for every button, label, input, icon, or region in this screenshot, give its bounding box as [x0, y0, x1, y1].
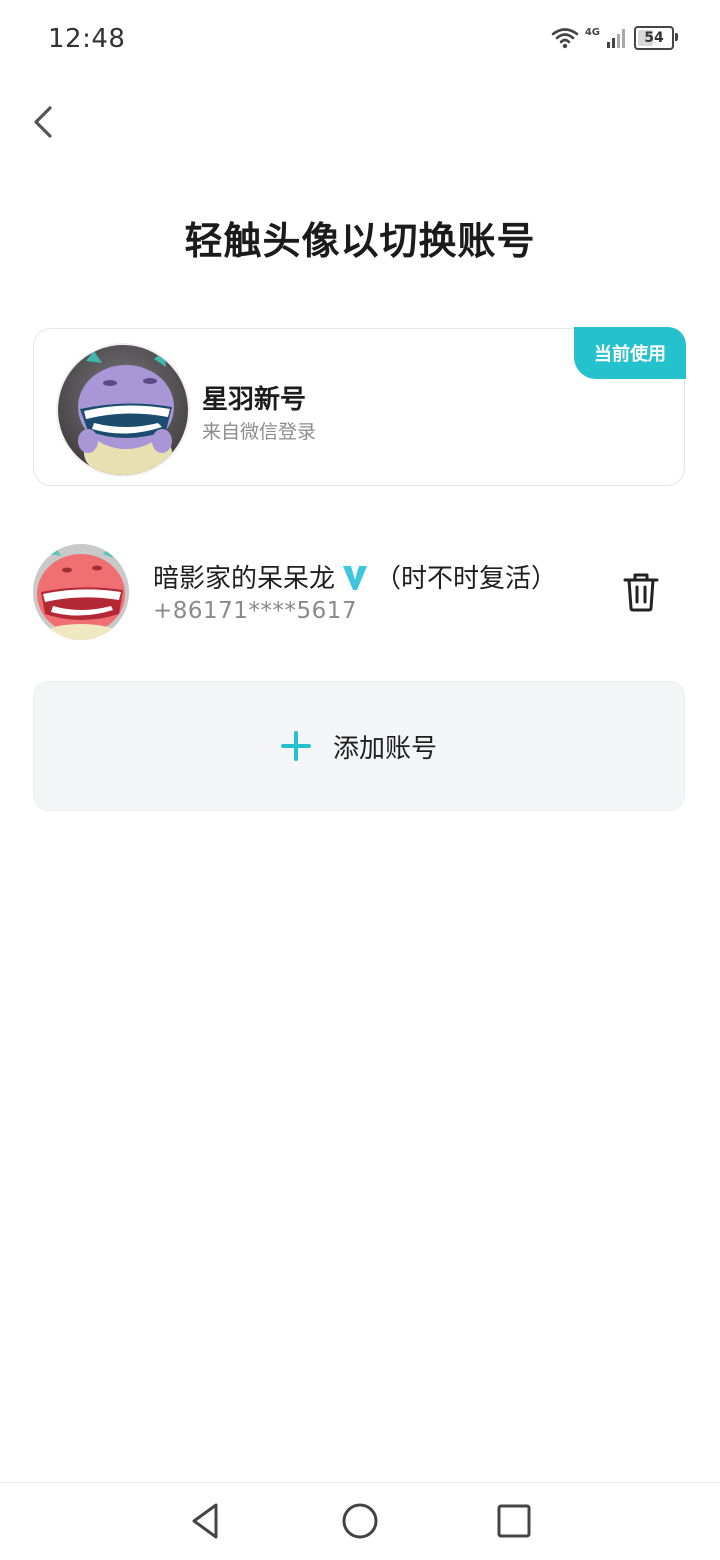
verified-v-icon — [343, 565, 368, 590]
avatar-current[interactable] — [56, 343, 190, 477]
account-name-suffix: （时不时复活） — [375, 564, 558, 594]
status-time: 12:48 — [48, 24, 126, 54]
back-triangle-icon — [192, 1503, 218, 1539]
battery-icon: 54 — [634, 26, 678, 50]
network-type: 4G — [584, 26, 600, 38]
trash-icon — [623, 573, 659, 612]
dinosaur-avatar-purple — [58, 345, 188, 475]
nav-recents-button[interactable] — [494, 1501, 534, 1541]
account-name: 暗影家的呆呆龙 — [153, 564, 336, 594]
account-phone: +86171****5617 — [153, 598, 357, 624]
current-account-card[interactable]: 当前使用 星羽新号 来自微信登录 — [33, 327, 686, 486]
delete-account-button[interactable] — [621, 570, 661, 614]
battery-percent: 54 — [644, 30, 664, 46]
page-title: 轻触头像以切换账号 — [184, 219, 536, 263]
nav-home-button[interactable] — [340, 1501, 380, 1541]
dinosaur-avatar-pink — [33, 544, 129, 640]
recents-square-icon — [497, 1504, 531, 1538]
cellular-signal-icon — [607, 29, 625, 48]
wifi-icon — [551, 28, 579, 49]
add-account-button[interactable]: 添加账号 — [33, 681, 685, 811]
avatar-account[interactable] — [33, 544, 129, 640]
status-icons: 4G 54 — [551, 26, 678, 50]
add-account-label: 添加账号 — [332, 733, 437, 764]
status-bar: 12:48 4G 54 — [0, 0, 720, 80]
switch-account-screen: 12:48 4G 54 轻触头像以切换账号 当前使用 星羽新号 来自微信登录 暗… — [0, 0, 720, 1560]
plus-icon — [280, 731, 311, 761]
current-account-source: 来自微信登录 — [202, 421, 317, 443]
add-account-content: 添加账号 — [280, 728, 437, 765]
home-circle-icon — [342, 1503, 378, 1539]
account-name-line: 暗影家的呆呆龙 （时不时复活） — [153, 558, 557, 595]
current-badge: 当前使用 — [574, 327, 686, 379]
account-list-item[interactable]: 暗影家的呆呆龙 （时不时复活） +86171****5617 — [33, 544, 685, 644]
system-nav-bar — [0, 1483, 720, 1560]
back-button[interactable] — [24, 100, 64, 144]
nav-back-button[interactable] — [186, 1501, 226, 1541]
chevron-left-icon — [34, 106, 52, 138]
current-account-name: 星羽新号 — [202, 385, 307, 415]
